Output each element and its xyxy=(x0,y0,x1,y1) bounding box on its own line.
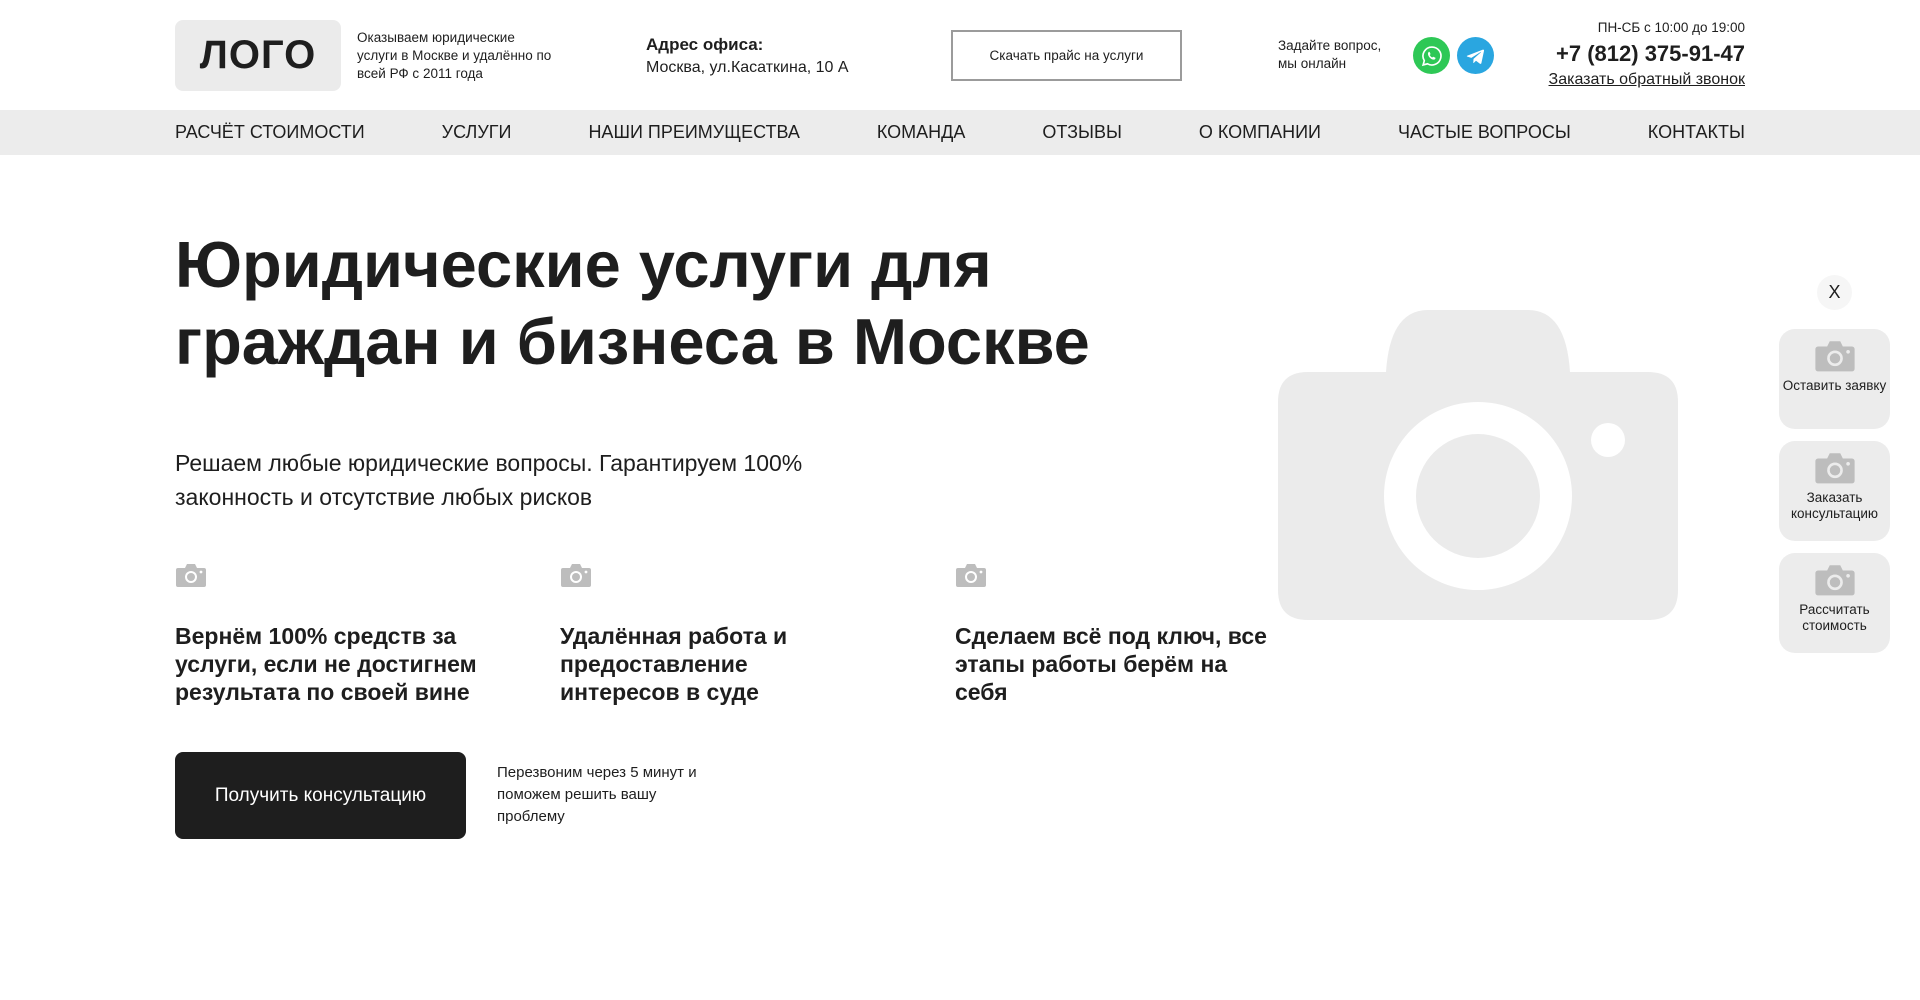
download-price-button[interactable]: Скачать прайс на услуги xyxy=(951,30,1182,81)
working-hours: ПН-СБ с 10:00 до 19:00 xyxy=(1597,20,1745,35)
order-consultation-button[interactable]: Заказать консультацию xyxy=(1779,441,1890,541)
camera-icon xyxy=(1814,341,1855,372)
tagline: Оказываем юридические услуги в Москве и … xyxy=(357,30,552,81)
telegram-icon[interactable] xyxy=(1457,37,1494,74)
feature-turnkey: Сделаем всё под ключ, все этапы работы б… xyxy=(955,563,1285,706)
address-value: Москва, ул.Касаткина, 10 А xyxy=(646,59,849,76)
camera-icon xyxy=(956,564,986,587)
feature-refund: Вернём 100% средств за услуги, если не д… xyxy=(175,563,505,706)
hero-title: Юридические услуги для граждан и бизнеса… xyxy=(175,226,1175,380)
nav-item-advantages[interactable]: НАШИ ПРЕИМУЩЕСТВА xyxy=(588,122,799,143)
camera-icon xyxy=(176,564,206,587)
nav-item-contacts[interactable]: КОНТАКТЫ xyxy=(1648,122,1745,143)
nav-item-pricing[interactable]: РАСЧЁТ СТОИМОСТИ xyxy=(175,122,365,143)
whatsapp-icon[interactable] xyxy=(1413,37,1450,74)
side-button-label: Оставить заявку xyxy=(1782,378,1887,393)
feature-text: Сделаем всё под ключ, все этапы работы б… xyxy=(955,623,1267,705)
close-widget-button[interactable]: X xyxy=(1817,275,1852,310)
side-button-label: Заказать консультацию xyxy=(1790,490,1879,521)
logo[interactable]: ЛОГО xyxy=(175,20,341,91)
hero-title-line-2: граждан и бизнеса в Москве xyxy=(175,305,1090,378)
nav-item-faq[interactable]: ЧАСТЫЕ ВОПРОСЫ xyxy=(1398,122,1571,143)
camera-icon xyxy=(1814,453,1855,484)
leave-request-button[interactable]: Оставить заявку xyxy=(1779,329,1890,429)
site-header: ЛОГО Оказываем юридические услуги в Моск… xyxy=(0,0,1920,110)
office-address: Адрес офиса: Москва, ул.Касаткина, 10 А xyxy=(646,34,849,79)
main-nav: РАСЧЁТ СТОИМОСТИ УСЛУГИ НАШИ ПРЕИМУЩЕСТВ… xyxy=(0,110,1920,155)
get-consultation-button[interactable]: Получить консультацию xyxy=(175,752,466,839)
feature-text: Вернём 100% средств за услуги, если не д… xyxy=(175,623,477,705)
feature-remote: Удалённая работа и предоставление интере… xyxy=(560,563,850,706)
nav-item-services[interactable]: УСЛУГИ xyxy=(442,122,512,143)
cta-note: Перезвоним через 5 минут и поможем решит… xyxy=(497,764,697,825)
nav-item-about[interactable]: О КОМПАНИИ xyxy=(1199,122,1321,143)
camera-icon xyxy=(561,564,591,587)
camera-icon xyxy=(1278,310,1678,620)
camera-icon xyxy=(1814,565,1855,596)
hero-title-line-1: Юридические услуги для xyxy=(175,228,992,301)
phone-number[interactable]: +7 (812) 375-91-47 xyxy=(1556,41,1745,67)
address-label: Адрес офиса: xyxy=(646,35,764,54)
side-button-label: Рассчитать стоимость xyxy=(1799,602,1870,633)
hero-subtitle: Решаем любые юридические вопросы. Гарант… xyxy=(175,450,803,510)
nav-item-team[interactable]: КОМАНДА xyxy=(877,122,965,143)
ask-question-text: Задайте вопрос, мы онлайн xyxy=(1278,38,1382,71)
nav-item-reviews[interactable]: ОТЗЫВЫ xyxy=(1042,122,1122,143)
callback-link[interactable]: Заказать обратный звонок xyxy=(1549,71,1745,89)
calculate-cost-button[interactable]: Рассчитать стоимость xyxy=(1779,553,1890,653)
feature-text: Удалённая работа и предоставление интере… xyxy=(560,623,788,705)
